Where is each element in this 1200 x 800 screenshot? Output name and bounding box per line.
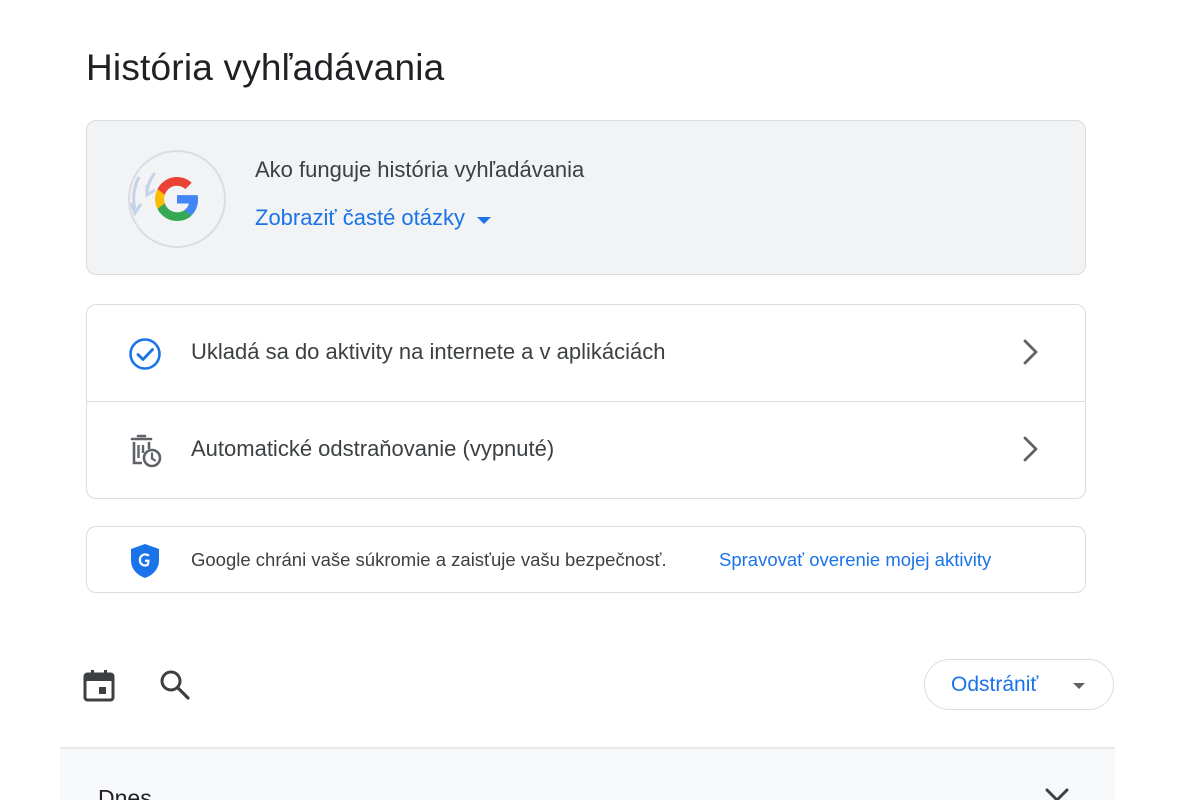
caret-down-icon	[477, 216, 491, 224]
google-shield-icon	[129, 543, 161, 579]
faq-link-label: Zobraziť časté otázky	[255, 205, 465, 230]
setting-label: Automatické odstraňovanie (vypnuté)	[191, 436, 555, 461]
setting-web-app-activity[interactable]: Ukladá sa do aktivity na internete a v a…	[87, 305, 1085, 402]
settings-card: Ukladá sa do aktivity na internete a v a…	[86, 304, 1086, 499]
caret-down-icon	[1073, 683, 1085, 689]
check-circle-icon	[127, 336, 163, 372]
privacy-card: Google chráni vaše súkromie a zaisťuje v…	[86, 526, 1086, 593]
info-card: Ako funguje história vyhľadávania Zobraz…	[86, 120, 1086, 275]
day-label: Dnes	[98, 785, 152, 800]
info-heading: Ako funguje história vyhľadávania	[255, 157, 585, 182]
search-icon[interactable]	[158, 668, 192, 702]
page-title: História vyhľadávania	[86, 47, 445, 88]
auto-delete-icon	[127, 433, 163, 469]
calendar-icon[interactable]	[82, 668, 116, 702]
manage-verification-link[interactable]: Spravovať overenie mojej aktivity	[719, 549, 991, 571]
close-icon[interactable]	[1042, 785, 1072, 800]
delete-dropdown-button[interactable]: Odstrániť	[924, 659, 1114, 710]
faq-link[interactable]: Zobraziť časté otázky	[255, 205, 491, 231]
privacy-text: Google chráni vaše súkromie a zaisťuje v…	[191, 549, 667, 570]
search-history-page: História vyhľadávania Ako funguje histór	[0, 0, 1200, 800]
chevron-right-icon	[1021, 434, 1041, 464]
setting-label: Ukladá sa do aktivity na internete a v a…	[191, 339, 666, 364]
chevron-right-icon	[1021, 337, 1041, 367]
day-header: Dnes	[60, 749, 1115, 800]
setting-auto-delete[interactable]: Automatické odstraňovanie (vypnuté)	[87, 402, 1085, 499]
google-history-logo-icon	[125, 147, 229, 251]
delete-button-label: Odstrániť	[951, 673, 1039, 696]
